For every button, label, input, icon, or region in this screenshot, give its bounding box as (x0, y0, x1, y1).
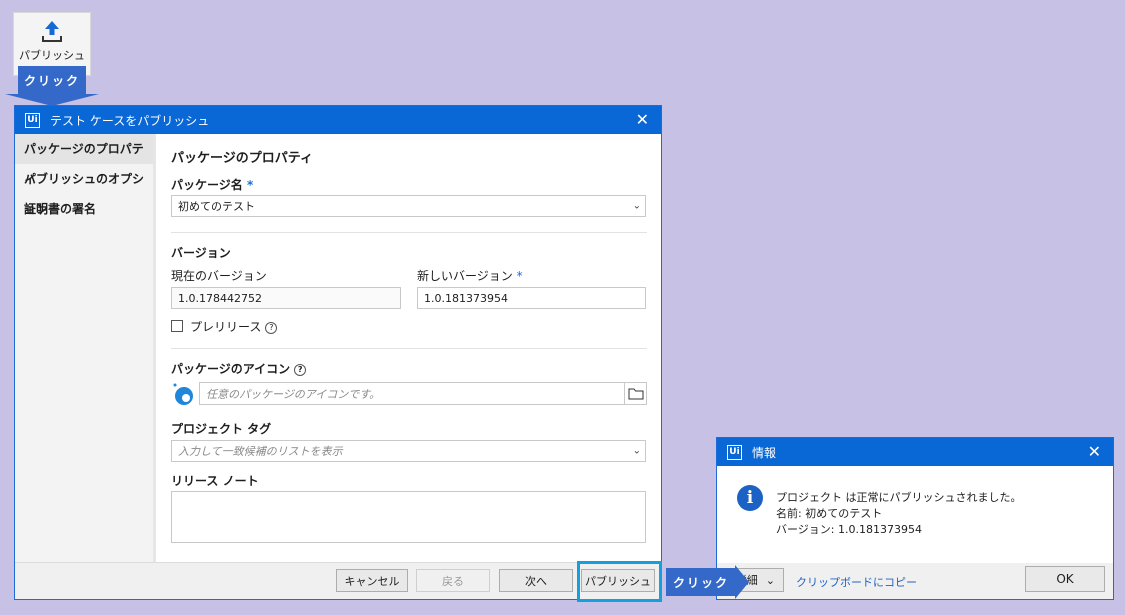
release-notes-label: リリース ノート (171, 474, 259, 488)
project-tags-placeholder: 入力して一致候補のリストを表示 (178, 445, 343, 458)
info-message-line: バージョン: 1.0.181373954 (776, 523, 922, 536)
section-title: パッケージのプロパティ (171, 151, 313, 166)
release-notes-textarea[interactable] (171, 491, 646, 543)
click-callout-bottom: クリック (666, 568, 736, 596)
dialog-sidebar: パッケージのプロパティ パブリッシュのオプション 証明書の署名 (15, 134, 156, 564)
info-titlebar: Ui 情報 ✕ (717, 438, 1113, 466)
close-icon[interactable]: ✕ (1088, 444, 1101, 460)
sidebar-item-publish-options[interactable]: パブリッシュのオプション (15, 164, 153, 216)
package-name-value: 初めてのテスト (178, 200, 255, 213)
divider (171, 232, 647, 233)
chevron-down-icon: ⌄ (765, 573, 775, 587)
info-title: 情報 (752, 445, 777, 460)
package-icon-input[interactable]: 任意のパッケージのアイコンです。 (199, 382, 625, 405)
dialog-title: テスト ケースをパブリッシュ (50, 113, 210, 128)
close-icon[interactable]: ✕ (636, 112, 649, 128)
copy-to-clipboard-link[interactable]: クリップボードにコピー (796, 574, 917, 590)
next-button[interactable]: 次へ (499, 569, 573, 592)
package-icon-preview-icon (173, 383, 193, 405)
new-version-value: 1.0.181373954 (424, 291, 508, 305)
info-message-line: 名前: 初めてのテスト (776, 507, 883, 520)
sidebar-item-package-properties[interactable]: パッケージのプロパティ (15, 134, 153, 186)
info-message-line: プロジェクト は正常にパブリッシュされました。 (776, 491, 1022, 504)
folder-icon (628, 388, 643, 399)
project-tags-label: プロジェクト タグ (171, 422, 272, 436)
new-version-label: 新しいバージョン * (417, 269, 523, 283)
browse-folder-button[interactable] (624, 382, 647, 405)
help-icon[interactable]: ? (265, 321, 278, 334)
version-title: バージョン (171, 246, 231, 260)
publish-toolbar-label: パブリッシュ (19, 49, 85, 62)
dialog-titlebar: Ui テスト ケースをパブリッシュ ✕ (15, 106, 661, 134)
package-name-select[interactable]: 初めてのテスト ⌄ (171, 195, 646, 217)
current-version-label: 現在のバージョン (171, 269, 267, 283)
uipath-logo-icon: Ui (25, 112, 40, 128)
sidebar-item-certificate-signing[interactable]: 証明書の署名 (15, 194, 153, 224)
prerelease-label: プレリリース? (190, 318, 278, 335)
package-icon-placeholder: 任意のパッケージのアイコンです。 (206, 387, 381, 401)
divider (171, 348, 647, 349)
upload-icon (42, 21, 62, 42)
click-callout-top: クリック (18, 66, 86, 94)
ok-button[interactable]: OK (1025, 566, 1105, 592)
help-icon[interactable]: ? (294, 363, 307, 376)
chevron-down-icon: ⌄ (632, 445, 641, 457)
info-dialog: Ui 情報 ✕ i プロジェクト は正常にパブリッシュされました。 名前: 初め… (716, 437, 1114, 600)
current-version-field[interactable]: 1.0.178442752 (171, 287, 401, 309)
back-button[interactable]: 戻る (416, 569, 490, 592)
chevron-down-icon: ⌄ (632, 200, 641, 212)
package-name-label: パッケージ名 * (171, 178, 254, 192)
prerelease-checkbox[interactable] (171, 320, 183, 332)
publish-dialog: Ui テスト ケースをパブリッシュ ✕ パッケージのプロパティ パブリッシュのオ… (14, 105, 662, 600)
cancel-button[interactable]: キャンセル (336, 569, 408, 592)
callout-arrow-right (735, 565, 749, 599)
package-icon-label: パッケージのアイコン? (171, 360, 307, 377)
new-version-field[interactable]: 1.0.181373954 (417, 287, 646, 309)
project-tags-input[interactable]: 入力して一致候補のリストを表示 ⌄ (171, 440, 646, 462)
current-version-value: 1.0.178442752 (178, 291, 262, 305)
info-icon: i (737, 485, 763, 511)
info-message: プロジェクト は正常にパブリッシュされました。 名前: 初めてのテスト バージョ… (776, 490, 1022, 538)
uipath-logo-icon: Ui (727, 444, 742, 460)
publish-button-highlight (577, 561, 662, 602)
info-footer: 詳細 ⌄ クリップボードにコピー OK (717, 563, 1113, 599)
dialog-footer: キャンセル 戻る 次へ パブリッシュ (15, 562, 661, 599)
